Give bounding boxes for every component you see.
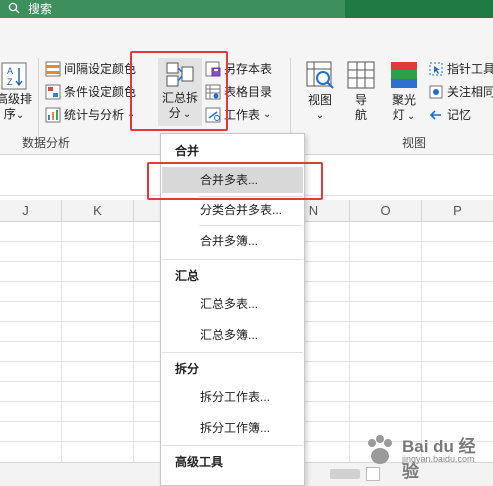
search-box[interactable]: 搜索 xyxy=(0,0,345,18)
sort-az-icon: A Z xyxy=(1,62,27,90)
memo-label: 记忆 xyxy=(447,108,472,122)
related-close-button[interactable]: 关注相同 xyxy=(428,84,493,100)
navigation-button[interactable]: 导 航 xyxy=(344,60,378,123)
column-header-o[interactable]: O xyxy=(350,200,422,222)
menu-divider xyxy=(162,259,303,260)
search-icon xyxy=(8,2,20,14)
pointer-tool-label: 指针工具 xyxy=(447,62,493,76)
interval-color-icon xyxy=(45,61,61,77)
save-table-label: 另存本表 xyxy=(224,62,273,76)
view-button[interactable]: 视图 ⌄ xyxy=(302,60,338,123)
menu-section-advanced-tools: 高级工具 xyxy=(175,455,224,469)
svg-text:Z: Z xyxy=(7,77,13,87)
chevron-down-icon: ⌄ xyxy=(315,110,325,121)
memo-button[interactable]: 记忆 xyxy=(428,107,471,123)
stats-analysis-icon xyxy=(45,107,61,123)
watermark-subtext: jingyan.baidu.com xyxy=(402,454,475,464)
spotlight-icon xyxy=(391,62,417,88)
related-close-icon xyxy=(429,85,443,99)
view-label: 视图 xyxy=(307,93,332,107)
title-bar: 搜索 xyxy=(0,0,493,18)
navigation-label-1: 导 xyxy=(354,93,367,107)
menu-item-split-workbook[interactable]: 拆分工作簿... xyxy=(162,415,303,441)
memo-icon xyxy=(429,110,441,120)
stats-analysis-label: 统计与分析 xyxy=(64,108,125,122)
stats-analysis-button[interactable]: 统计与分析 ⌄ xyxy=(45,107,135,123)
spotlight-label-1: 聚光 xyxy=(391,93,416,107)
menu-divider xyxy=(199,225,303,226)
menu-item-summary-multi-books[interactable]: 汇总多簿... xyxy=(162,322,303,348)
menu-item-split-worksheet-table[interactable]: 拆分工作表... xyxy=(162,384,303,410)
advanced-sort-label-2: 序 xyxy=(3,107,16,121)
menu-divider xyxy=(162,352,303,353)
column-header-j[interactable]: J xyxy=(0,200,62,222)
horizontal-scrollbar[interactable] xyxy=(330,469,360,479)
column-header-k[interactable]: K xyxy=(62,200,134,222)
highlight-box-summarize-button xyxy=(130,51,228,131)
table-directory-label: 表格目录 xyxy=(224,85,273,99)
interval-color-label: 间隔设定颜色 xyxy=(64,62,137,76)
navigation-label-2: 航 xyxy=(354,108,367,122)
menu-section-split: 拆分 xyxy=(175,362,200,376)
menu-item-classify-merge[interactable]: 分类合并多表... xyxy=(162,197,303,223)
watermark-logo: Bai du 经验 jingyan.baidu.com xyxy=(358,430,488,481)
grid-col-line xyxy=(421,222,422,462)
grid-col-line xyxy=(61,222,62,462)
condition-color-icon xyxy=(45,84,61,100)
data-analysis-group-label: 数据分析 xyxy=(22,136,71,150)
menu-item-merge-multi-books[interactable]: 合并多簿... xyxy=(162,228,303,254)
chevron-down-icon: ⌄ xyxy=(263,109,272,120)
menu-item-summary-multi-sheets[interactable]: 汇总多表... xyxy=(162,291,303,317)
paw-icon xyxy=(368,435,392,464)
chevron-down-icon: ⌄ xyxy=(15,110,25,121)
svg-text:A: A xyxy=(7,66,13,76)
view-icon xyxy=(306,61,334,89)
chevron-down-icon: ⌄ xyxy=(406,111,416,122)
worksheet-label: 工作表 xyxy=(224,108,261,122)
spotlight-button[interactable]: 聚光 灯 ⌄ xyxy=(386,60,422,124)
interval-color-button[interactable]: 间隔设定颜色 xyxy=(45,61,136,77)
condition-color-button[interactable]: 条件设定颜色 xyxy=(45,84,136,100)
spotlight-label-2: 灯 xyxy=(392,108,405,122)
column-header-p[interactable]: P xyxy=(422,200,493,222)
menu-divider xyxy=(162,445,303,446)
ribbon-separator xyxy=(38,58,39,144)
navigation-icon xyxy=(347,61,375,89)
related-close-label: 关注相同 xyxy=(447,85,493,99)
condition-color-label: 条件设定颜色 xyxy=(64,85,137,99)
pointer-tool-icon xyxy=(429,62,443,76)
grid-col-line xyxy=(133,222,134,462)
view-group-label: 视图 xyxy=(402,136,427,150)
advanced-sort-label-1: 高级排 xyxy=(0,92,33,106)
search-label: 搜索 xyxy=(28,2,53,16)
pointer-tool-button[interactable]: 指针工具 xyxy=(428,61,493,77)
highlight-box-merge-item xyxy=(147,162,323,200)
grid-col-line xyxy=(349,222,350,462)
menu-section-summary: 汇总 xyxy=(175,269,200,283)
advanced-sort-button[interactable]: A Z 高级排 序⌄ xyxy=(0,62,32,123)
ribbon-separator xyxy=(290,58,291,144)
menu-section-merge: 合并 xyxy=(175,144,200,158)
